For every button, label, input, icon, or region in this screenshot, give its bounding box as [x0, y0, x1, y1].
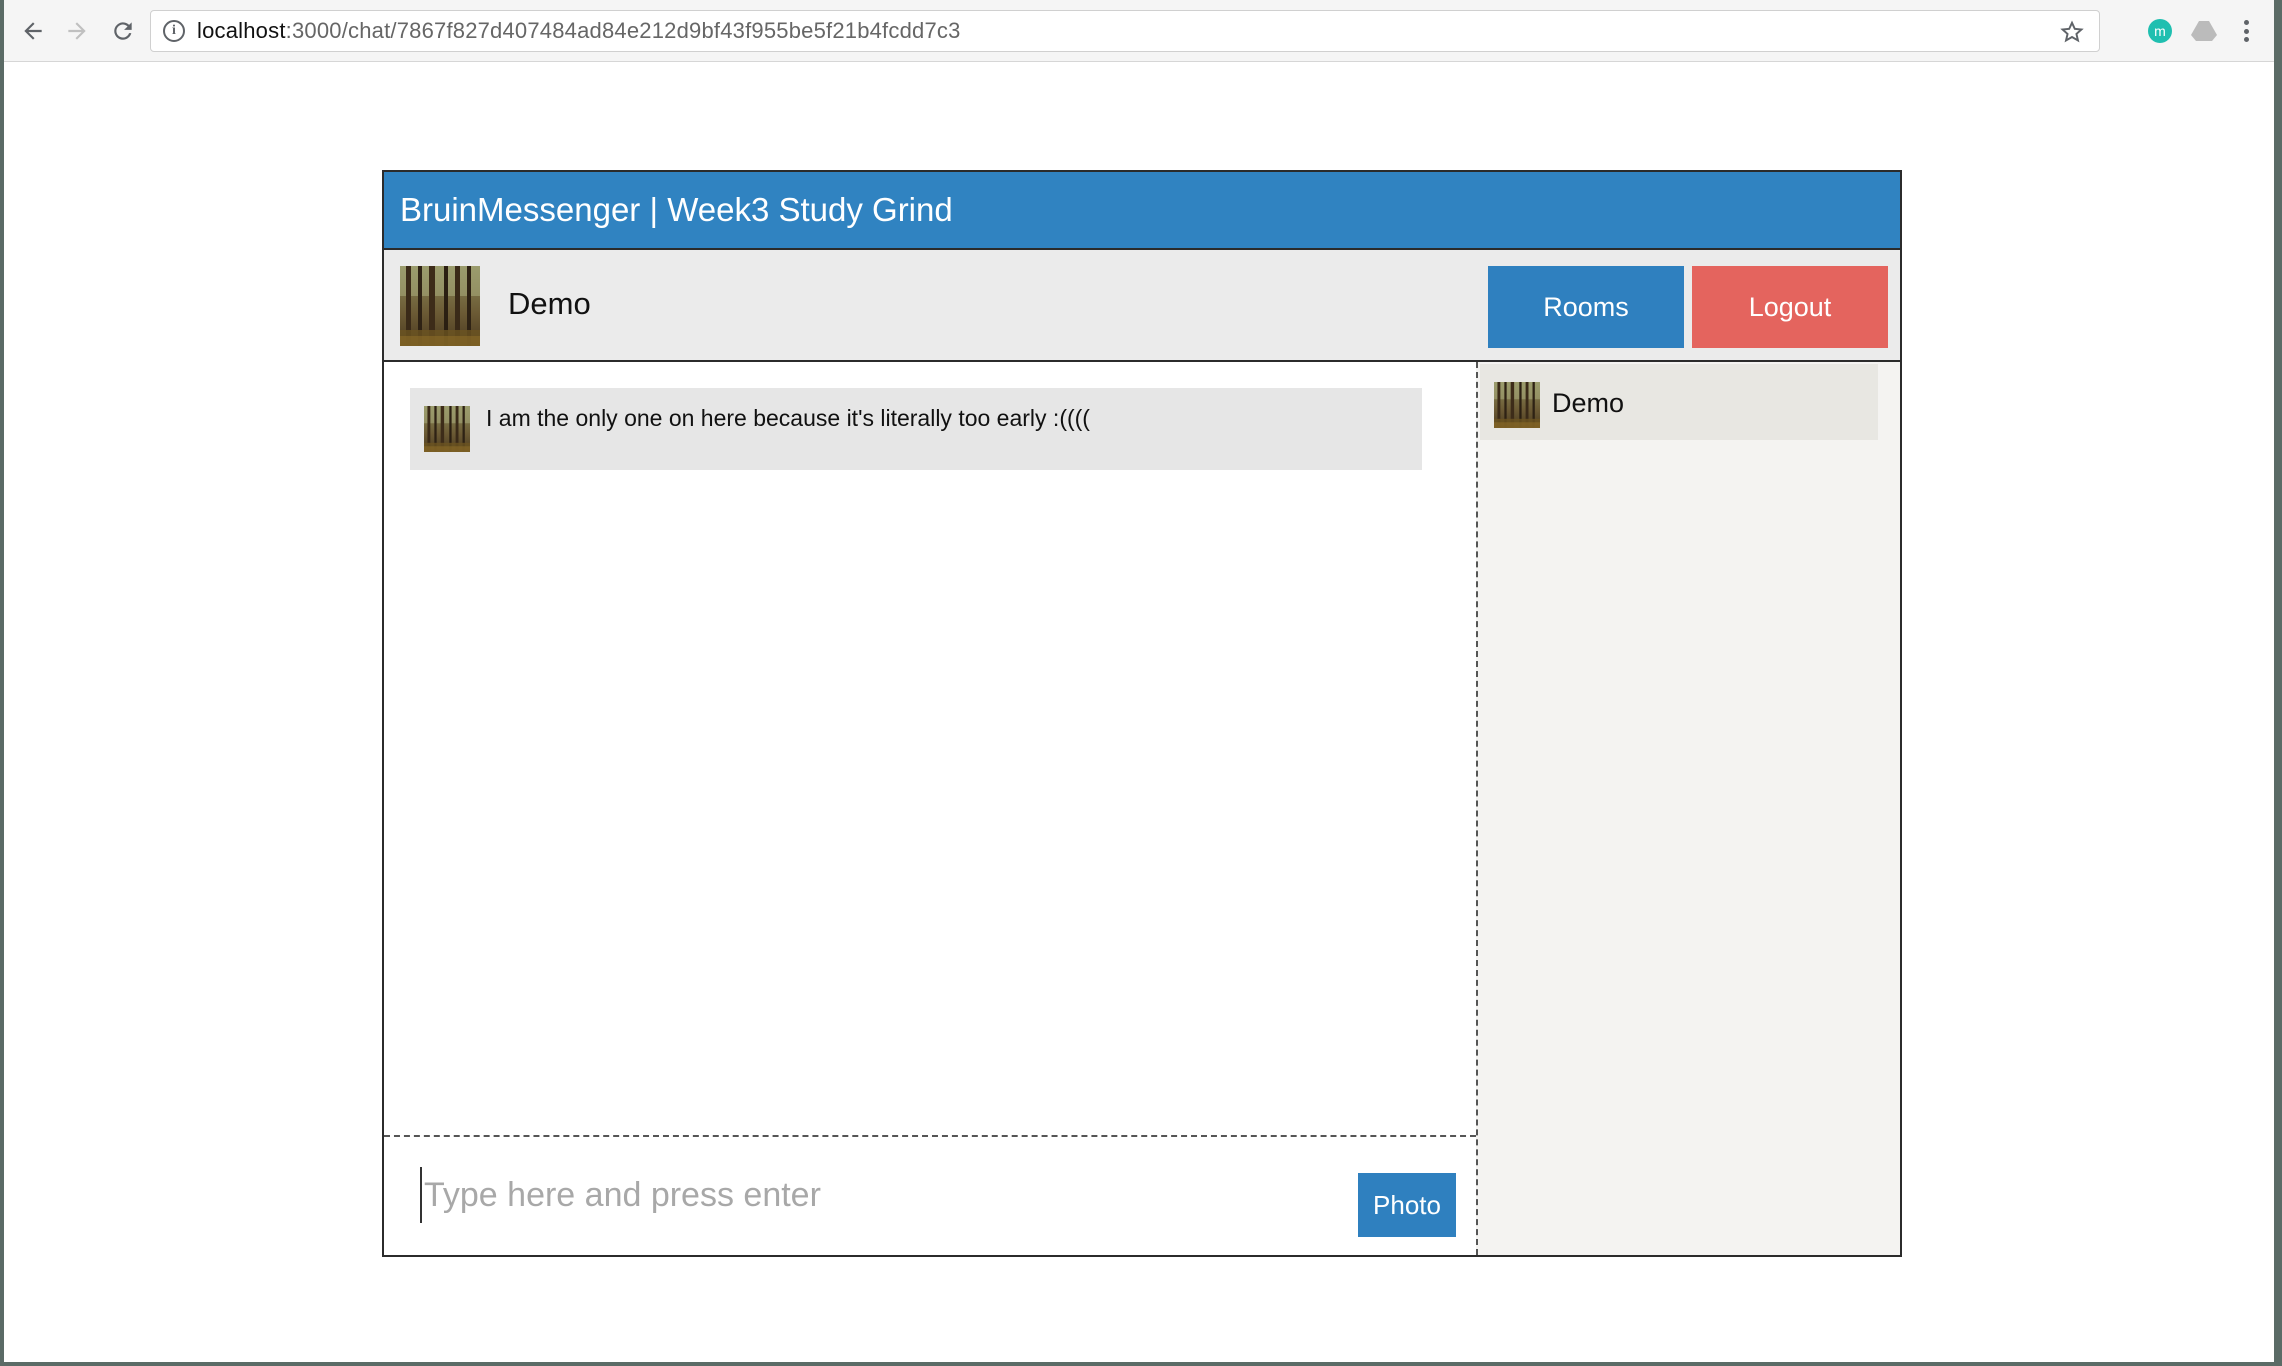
rooms-button[interactable]: Rooms — [1488, 266, 1684, 348]
url-host: localhost — [197, 18, 286, 43]
username: Demo — [508, 286, 591, 321]
chat-app: BruinMessenger | Week3 Study Grind Demo … — [382, 170, 1902, 1257]
kebab-menu-icon[interactable] — [2236, 16, 2256, 46]
url-text[interactable]: localhost:3000/chat/7867f827d407484ad84e… — [197, 18, 961, 44]
message-avatar — [424, 406, 470, 452]
reload-icon[interactable] — [106, 14, 140, 48]
message-list[interactable]: I am the only one on here because it's l… — [384, 362, 1476, 1135]
url-path: :3000/chat/7867f827d407484ad84e212d9bf43… — [285, 18, 961, 43]
message-input[interactable] — [420, 1167, 1300, 1223]
message-composer: Photo — [384, 1135, 1476, 1255]
avatar — [400, 266, 480, 346]
info-icon[interactable]: i — [163, 20, 185, 42]
app-title: BruinMessenger | Week3 Study Grind — [400, 191, 953, 228]
extension-icon[interactable]: m — [2148, 19, 2172, 43]
address-bar[interactable]: i localhost:3000/chat/7867f827d407484ad8… — [150, 10, 2100, 52]
user-bar: Demo Rooms Logout — [384, 250, 1900, 362]
photo-button[interactable]: Photo — [1358, 1173, 1456, 1237]
message-item: I am the only one on here because it's l… — [410, 388, 1422, 470]
member-item[interactable]: Demo — [1480, 364, 1878, 440]
message-text: I am the only one on here because it's l… — [486, 405, 1090, 431]
members-sidebar: Demo — [1476, 362, 1900, 1255]
drive-icon[interactable] — [2190, 19, 2218, 43]
browser-window: i localhost:3000/chat/7867f827d407484ad8… — [4, 0, 2274, 1362]
app-header: BruinMessenger | Week3 Study Grind — [384, 172, 1900, 250]
browser-toolbar: i localhost:3000/chat/7867f827d407484ad8… — [4, 0, 2274, 62]
arrow-right-icon[interactable] — [60, 14, 94, 48]
logout-button[interactable]: Logout — [1692, 266, 1888, 348]
arrow-left-icon[interactable] — [16, 14, 50, 48]
member-name: Demo — [1552, 388, 1625, 418]
extension-letter: m — [2154, 23, 2166, 39]
star-icon[interactable] — [2057, 17, 2087, 47]
member-avatar — [1494, 382, 1540, 428]
